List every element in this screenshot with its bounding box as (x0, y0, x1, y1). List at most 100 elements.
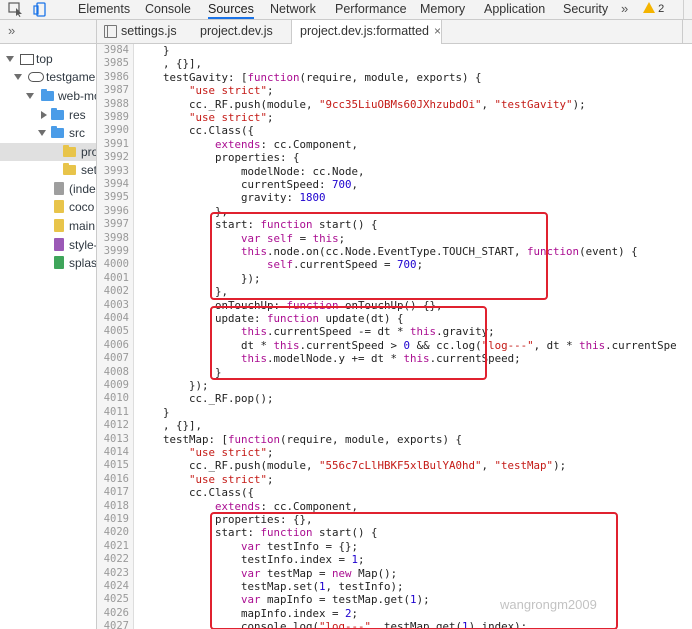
line-number[interactable]: 3988 (97, 98, 129, 111)
warnings-badge[interactable]: 2 (643, 2, 664, 17)
tree-item-label: main (69, 219, 96, 233)
code-line: gravity: 1800 (137, 191, 326, 205)
line-number[interactable]: 4025 (97, 593, 129, 606)
file-icon (54, 200, 64, 213)
tree-item[interactable]: (inde (0, 180, 96, 198)
line-number[interactable]: 3997 (97, 218, 129, 231)
line-number[interactable]: 4019 (97, 513, 129, 526)
tree-item[interactable]: splas (0, 254, 96, 272)
line-number[interactable]: 4014 (97, 446, 129, 459)
file-navigator: top testgame web-mo res src pro set (inde coco ma… (0, 44, 96, 629)
line-number[interactable]: 3996 (97, 205, 129, 218)
line-number[interactable]: 3984 (97, 44, 129, 57)
code-line: properties: { (137, 151, 300, 165)
tree-item[interactable]: res (0, 106, 96, 124)
line-number[interactable]: 3993 (97, 165, 129, 178)
tab-memory[interactable]: Memory (420, 0, 465, 19)
line-number[interactable]: 4026 (97, 607, 129, 620)
line-number[interactable]: 4027 (97, 620, 129, 629)
expanded-arrow-icon[interactable] (38, 130, 46, 136)
line-number[interactable]: 4016 (97, 473, 129, 486)
line-number[interactable]: 4020 (97, 526, 129, 539)
tree-item-label: res (69, 108, 86, 122)
inspect-element-icon[interactable] (8, 2, 24, 17)
line-number[interactable]: 3998 (97, 232, 129, 245)
line-number[interactable]: 3987 (97, 84, 129, 97)
tree-item-label: style- (69, 238, 96, 252)
tree-item[interactable]: pro (0, 143, 96, 161)
expanded-arrow-icon[interactable] (6, 56, 14, 62)
code-line: this.node.on(cc.Node.EventType.TOUCH_STA… (241, 245, 638, 258)
code-line: start: function start() { (137, 526, 378, 540)
line-number[interactable]: 4022 (97, 553, 129, 566)
tree-item[interactable]: style- (0, 236, 96, 254)
line-number[interactable]: 3991 (97, 138, 129, 151)
expanded-arrow-icon[interactable] (26, 93, 34, 99)
more-tabs-button[interactable]: » (621, 0, 628, 18)
line-number[interactable]: 3999 (97, 245, 129, 258)
tree-item[interactable]: main (0, 217, 96, 235)
code-line: } (137, 405, 170, 419)
line-number[interactable]: 4000 (97, 258, 129, 271)
tab-sources[interactable]: Sources (208, 0, 254, 19)
line-number[interactable]: 3992 (97, 151, 129, 164)
line-number[interactable]: 4004 (97, 312, 129, 325)
file-tab-0[interactable]: settings.js (121, 20, 177, 43)
line-number[interactable]: 4009 (97, 379, 129, 392)
tree-item-label: top (36, 52, 53, 66)
code-line: testMap.set(1, testInfo); (137, 580, 404, 593)
tree-item[interactable]: web-mo (0, 87, 96, 105)
line-number[interactable]: 4018 (97, 500, 129, 513)
line-number[interactable]: 3985 (97, 57, 129, 70)
code-line: cc._RF.push(module, "9cc35LiuOBMs60JXhzu… (137, 97, 586, 111)
tree-item[interactable]: top (0, 50, 96, 68)
file-tab-1[interactable]: project.dev.js (200, 20, 273, 43)
line-number[interactable]: 4015 (97, 459, 129, 472)
line-number[interactable]: 4003 (97, 299, 129, 312)
tree-item[interactable]: coco (0, 198, 96, 216)
line-number[interactable]: 4002 (97, 285, 129, 298)
line-number[interactable]: 4010 (97, 392, 129, 405)
line-number[interactable]: 4011 (97, 406, 129, 419)
line-number[interactable]: 3990 (97, 124, 129, 137)
line-number[interactable]: 4007 (97, 352, 129, 365)
device-toolbar-icon[interactable] (33, 2, 49, 17)
tab-application[interactable]: Application (484, 0, 545, 19)
tab-network[interactable]: Network (270, 0, 316, 19)
line-number[interactable]: 4006 (97, 339, 129, 352)
file-tab-2[interactable]: project.dev.js:formatted × (291, 20, 443, 44)
code-editor[interactable]: 3984 3985 3986 3987 3988 3989 3990 3991 3992 3993… (97, 44, 692, 629)
line-number[interactable]: 4023 (97, 567, 129, 580)
line-number[interactable]: 4001 (97, 272, 129, 285)
code-line: self.currentSpeed = 700; (267, 258, 424, 272)
navigator-chevron-icon[interactable]: » (8, 23, 15, 38)
code-line: cc._RF.pop(); (137, 392, 274, 406)
line-number[interactable]: 3994 (97, 178, 129, 191)
line-number[interactable]: 4005 (97, 325, 129, 338)
line-number[interactable]: 4013 (97, 433, 129, 446)
line-number[interactable]: 4024 (97, 580, 129, 593)
code-line: "use strict"; (189, 111, 274, 124)
tab-elements[interactable]: Elements (78, 0, 130, 19)
line-number[interactable]: 4012 (97, 419, 129, 432)
close-tab-icon[interactable]: × (434, 24, 441, 38)
toggle-navigator-icon[interactable] (104, 25, 117, 38)
devtools-toolbar: Elements Console Sources Network Performance… (0, 0, 692, 20)
tab-security[interactable]: Security (563, 0, 608, 19)
line-number[interactable]: 3986 (97, 71, 129, 84)
tree-item[interactable]: src (0, 124, 96, 142)
code-line: var mapInfo = testMap.get(1); (241, 593, 430, 607)
code-line: start: function start() { (137, 218, 378, 232)
line-number[interactable]: 4017 (97, 486, 129, 499)
line-number[interactable]: 3995 (97, 191, 129, 204)
tab-console[interactable]: Console (145, 0, 191, 19)
tab-performance[interactable]: Performance (335, 0, 407, 19)
line-number[interactable]: 4021 (97, 540, 129, 553)
line-number[interactable]: 3989 (97, 111, 129, 124)
tree-item[interactable]: set (0, 161, 96, 179)
line-number[interactable]: 4008 (97, 366, 129, 379)
collapsed-arrow-icon[interactable] (41, 111, 47, 119)
expanded-arrow-icon[interactable] (14, 74, 22, 80)
tree-item[interactable]: testgame (0, 68, 96, 86)
code-line: cc._RF.push(module, "556c7cLlHBKF5xlBulY… (137, 459, 567, 473)
